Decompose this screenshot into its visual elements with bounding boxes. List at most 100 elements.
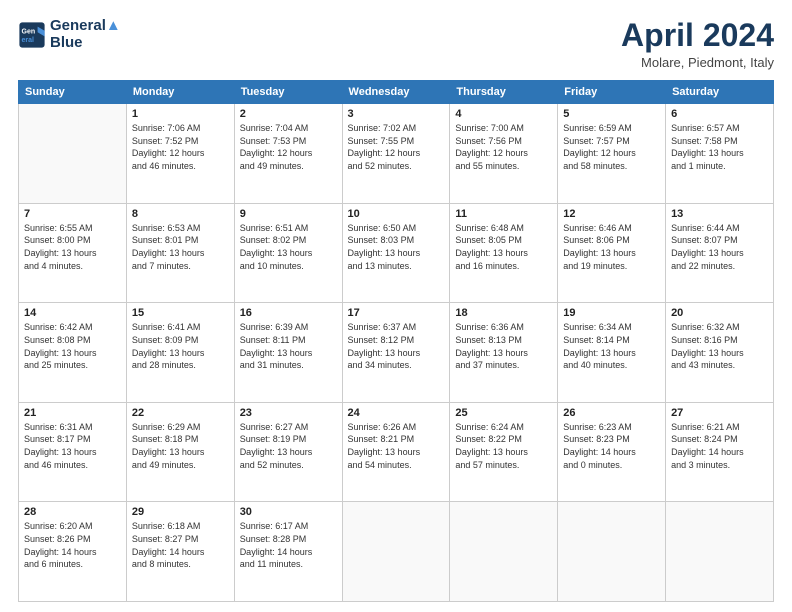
day-number: 9	[240, 208, 337, 220]
day-number: 29	[132, 506, 229, 518]
col-wednesday: Wednesday	[342, 81, 450, 104]
day-number: 3	[348, 108, 445, 120]
header: Gen eral General▲ Blue April 2024 Molare…	[18, 18, 774, 70]
svg-text:Gen: Gen	[22, 28, 36, 35]
day-number: 10	[348, 208, 445, 220]
calendar-cell	[450, 502, 558, 602]
day-number: 12	[563, 208, 660, 220]
day-number: 6	[671, 108, 768, 120]
day-info: Sunrise: 6:41 AMSunset: 8:09 PMDaylight:…	[132, 321, 229, 371]
calendar-week-row: 28 Sunrise: 6:20 AMSunset: 8:26 PMDayligh…	[19, 502, 774, 602]
day-info: Sunrise: 7:02 AMSunset: 7:55 PMDaylight:…	[348, 122, 445, 172]
day-info: Sunrise: 6:24 AMSunset: 8:22 PMDaylight:…	[455, 421, 552, 471]
day-number: 13	[671, 208, 768, 220]
calendar-cell: 15 Sunrise: 6:41 AMSunset: 8:09 PMDayligh…	[126, 303, 234, 403]
calendar-cell: 13 Sunrise: 6:44 AMSunset: 8:07 PMDayligh…	[666, 203, 774, 303]
calendar-cell: 18 Sunrise: 6:36 AMSunset: 8:13 PMDayligh…	[450, 303, 558, 403]
month-title: April 2024	[621, 18, 774, 53]
day-info: Sunrise: 6:23 AMSunset: 8:23 PMDaylight:…	[563, 421, 660, 471]
day-info: Sunrise: 6:34 AMSunset: 8:14 PMDaylight:…	[563, 321, 660, 371]
day-info: Sunrise: 6:55 AMSunset: 8:00 PMDaylight:…	[24, 222, 121, 272]
col-saturday: Saturday	[666, 81, 774, 104]
day-info: Sunrise: 7:06 AMSunset: 7:52 PMDaylight:…	[132, 122, 229, 172]
calendar-cell: 7 Sunrise: 6:55 AMSunset: 8:00 PMDaylight…	[19, 203, 127, 303]
day-number: 28	[24, 506, 121, 518]
page: Gen eral General▲ Blue April 2024 Molare…	[0, 0, 792, 612]
day-number: 22	[132, 407, 229, 419]
day-info: Sunrise: 6:57 AMSunset: 7:58 PMDaylight:…	[671, 122, 768, 172]
day-number: 26	[563, 407, 660, 419]
day-info: Sunrise: 6:53 AMSunset: 8:01 PMDaylight:…	[132, 222, 229, 272]
col-thursday: Thursday	[450, 81, 558, 104]
calendar-cell: 24Sunrise: 6:26 AMSunset: 8:21 PMDayligh…	[342, 402, 450, 502]
logo-line1: General▲	[50, 18, 121, 35]
day-info: Sunrise: 6:18 AMSunset: 8:27 PMDaylight:…	[132, 520, 229, 570]
calendar-table: Sunday Monday Tuesday Wednesday Thursday…	[18, 80, 774, 602]
day-info: Sunrise: 6:44 AMSunset: 8:07 PMDaylight:…	[671, 222, 768, 272]
day-info: Sunrise: 6:51 AMSunset: 8:02 PMDaylight:…	[240, 222, 337, 272]
calendar-cell: 23Sunrise: 6:27 AMSunset: 8:19 PMDayligh…	[234, 402, 342, 502]
calendar-cell: 11 Sunrise: 6:48 AMSunset: 8:05 PMDayligh…	[450, 203, 558, 303]
day-info: Sunrise: 6:31 AMSunset: 8:17 PMDaylight:…	[24, 421, 121, 471]
day-info: Sunrise: 6:32 AMSunset: 8:16 PMDaylight:…	[671, 321, 768, 371]
calendar-cell: 26 Sunrise: 6:23 AMSunset: 8:23 PMDayligh…	[558, 402, 666, 502]
day-number: 14	[24, 307, 121, 319]
calendar-cell	[19, 104, 127, 204]
day-info: Sunrise: 6:46 AMSunset: 8:06 PMDaylight:…	[563, 222, 660, 272]
day-info: Sunrise: 6:27 AMSunset: 8:19 PMDaylight:…	[240, 421, 337, 471]
day-info: Sunrise: 6:48 AMSunset: 8:05 PMDaylight:…	[455, 222, 552, 272]
calendar-cell: 22Sunrise: 6:29 AMSunset: 8:18 PMDayligh…	[126, 402, 234, 502]
calendar-cell: 27Sunrise: 6:21 AMSunset: 8:24 PMDayligh…	[666, 402, 774, 502]
day-number: 8	[132, 208, 229, 220]
calendar-cell: 8 Sunrise: 6:53 AMSunset: 8:01 PMDaylight…	[126, 203, 234, 303]
calendar-cell: 16Sunrise: 6:39 AMSunset: 8:11 PMDayligh…	[234, 303, 342, 403]
col-tuesday: Tuesday	[234, 81, 342, 104]
calendar-cell: 28 Sunrise: 6:20 AMSunset: 8:26 PMDayligh…	[19, 502, 127, 602]
calendar-cell: 20 Sunrise: 6:32 AMSunset: 8:16 PMDayligh…	[666, 303, 774, 403]
day-number: 18	[455, 307, 552, 319]
day-info: Sunrise: 6:17 AMSunset: 8:28 PMDaylight:…	[240, 520, 337, 570]
day-number: 20	[671, 307, 768, 319]
col-sunday: Sunday	[19, 81, 127, 104]
calendar-cell: 12 Sunrise: 6:46 AMSunset: 8:06 PMDayligh…	[558, 203, 666, 303]
calendar-week-row: 7 Sunrise: 6:55 AMSunset: 8:00 PMDaylight…	[19, 203, 774, 303]
day-info: Sunrise: 7:04 AMSunset: 7:53 PMDaylight:…	[240, 122, 337, 172]
day-number: 2	[240, 108, 337, 120]
calendar-cell	[558, 502, 666, 602]
calendar-cell	[666, 502, 774, 602]
calendar-week-row: 21Sunrise: 6:31 AMSunset: 8:17 PMDayligh…	[19, 402, 774, 502]
calendar-cell: 6 Sunrise: 6:57 AMSunset: 7:58 PMDaylight…	[666, 104, 774, 204]
calendar-cell: 21Sunrise: 6:31 AMSunset: 8:17 PMDayligh…	[19, 402, 127, 502]
calendar-cell: 9 Sunrise: 6:51 AMSunset: 8:02 PMDaylight…	[234, 203, 342, 303]
calendar-week-row: 1 Sunrise: 7:06 AMSunset: 7:52 PMDaylight…	[19, 104, 774, 204]
day-number: 1	[132, 108, 229, 120]
day-info: Sunrise: 6:21 AMSunset: 8:24 PMDaylight:…	[671, 421, 768, 471]
calendar-cell: 14Sunrise: 6:42 AMSunset: 8:08 PMDayligh…	[19, 303, 127, 403]
location: Molare, Piedmont, Italy	[621, 55, 774, 70]
calendar-cell: 1 Sunrise: 7:06 AMSunset: 7:52 PMDaylight…	[126, 104, 234, 204]
logo-line2: Blue	[50, 35, 121, 52]
day-number: 24	[348, 407, 445, 419]
day-info: Sunrise: 6:39 AMSunset: 8:11 PMDaylight:…	[240, 321, 337, 371]
logo-text: General▲ Blue	[50, 18, 121, 51]
svg-text:eral: eral	[22, 37, 35, 44]
day-info: Sunrise: 6:37 AMSunset: 8:12 PMDaylight:…	[348, 321, 445, 371]
day-info: Sunrise: 6:20 AMSunset: 8:26 PMDaylight:…	[24, 520, 121, 570]
calendar-cell: 25 Sunrise: 6:24 AMSunset: 8:22 PMDayligh…	[450, 402, 558, 502]
day-info: Sunrise: 6:36 AMSunset: 8:13 PMDaylight:…	[455, 321, 552, 371]
calendar-cell: 17Sunrise: 6:37 AMSunset: 8:12 PMDayligh…	[342, 303, 450, 403]
day-info: Sunrise: 6:59 AMSunset: 7:57 PMDaylight:…	[563, 122, 660, 172]
day-number: 4	[455, 108, 552, 120]
calendar-cell: 4 Sunrise: 7:00 AMSunset: 7:56 PMDaylight…	[450, 104, 558, 204]
day-number: 11	[455, 208, 552, 220]
day-number: 7	[24, 208, 121, 220]
col-friday: Friday	[558, 81, 666, 104]
logo-icon: Gen eral	[18, 21, 46, 49]
day-number: 15	[132, 307, 229, 319]
day-info: Sunrise: 7:00 AMSunset: 7:56 PMDaylight:…	[455, 122, 552, 172]
calendar-cell: 2 Sunrise: 7:04 AMSunset: 7:53 PMDaylight…	[234, 104, 342, 204]
day-number: 25	[455, 407, 552, 419]
calendar-cell: 19Sunrise: 6:34 AMSunset: 8:14 PMDayligh…	[558, 303, 666, 403]
calendar-cell: 5Sunrise: 6:59 AMSunset: 7:57 PMDaylight…	[558, 104, 666, 204]
day-info: Sunrise: 6:50 AMSunset: 8:03 PMDaylight:…	[348, 222, 445, 272]
